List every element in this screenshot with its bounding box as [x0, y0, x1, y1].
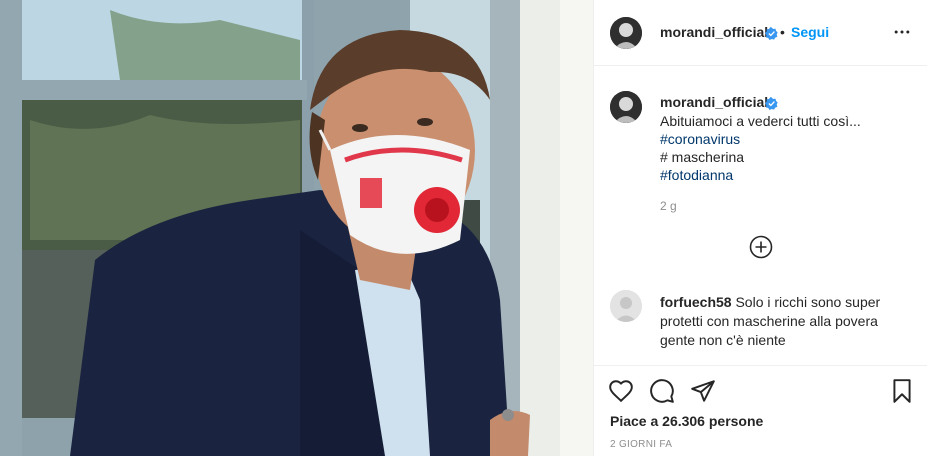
- bookmark-icon[interactable]: [889, 378, 915, 404]
- post-photo: [0, 0, 593, 456]
- paper-plane-icon[interactable]: [690, 378, 716, 404]
- hashtag-link[interactable]: #fotodianna: [660, 166, 910, 184]
- avatar-image: [610, 91, 642, 123]
- avatar[interactable]: [610, 17, 642, 49]
- comment-username[interactable]: forfuech58: [660, 294, 732, 310]
- caption-line: Abituiamoci a vederci tutti così...: [660, 113, 861, 129]
- separator-dot: •: [780, 24, 785, 40]
- photo-man-with-mask: [0, 0, 593, 456]
- avatar-image: [610, 17, 642, 49]
- post-header: morandi_official • Segui: [594, 0, 927, 66]
- post-timestamp[interactable]: 2 giorni fa: [610, 439, 672, 450]
- caption-time[interactable]: 2 g: [660, 199, 677, 213]
- hashtag-link[interactable]: #coronavirus: [660, 130, 910, 148]
- verified-badge-icon: [765, 97, 778, 110]
- comment-bubble-icon[interactable]: [649, 378, 675, 404]
- more-options-icon[interactable]: [892, 22, 912, 42]
- follow-button[interactable]: Segui: [791, 24, 829, 40]
- comment-item: forfuech58 Solo i ricchi sono super prot…: [660, 293, 910, 350]
- plus-circle-icon[interactable]: [749, 235, 773, 259]
- default-avatar-icon: [610, 290, 642, 322]
- caption-avatar[interactable]: [610, 91, 642, 123]
- heart-icon[interactable]: [608, 378, 634, 404]
- comment-avatar[interactable]: [610, 290, 642, 322]
- post-username[interactable]: morandi_official: [660, 24, 768, 40]
- post-side-panel: morandi_official • Segui morandi_officia…: [593, 0, 927, 456]
- caption-username[interactable]: morandi_official: [660, 94, 768, 110]
- caption-text: Abituiamoci a vederci tutti così... #cor…: [660, 112, 910, 184]
- caption-line: # mascherina: [660, 149, 745, 165]
- verified-badge-icon: [765, 27, 778, 40]
- likes-count[interactable]: Piace a 26.306 persone: [610, 413, 763, 429]
- action-bar: Piace a 26.306 persone 2 giorni fa: [594, 365, 927, 456]
